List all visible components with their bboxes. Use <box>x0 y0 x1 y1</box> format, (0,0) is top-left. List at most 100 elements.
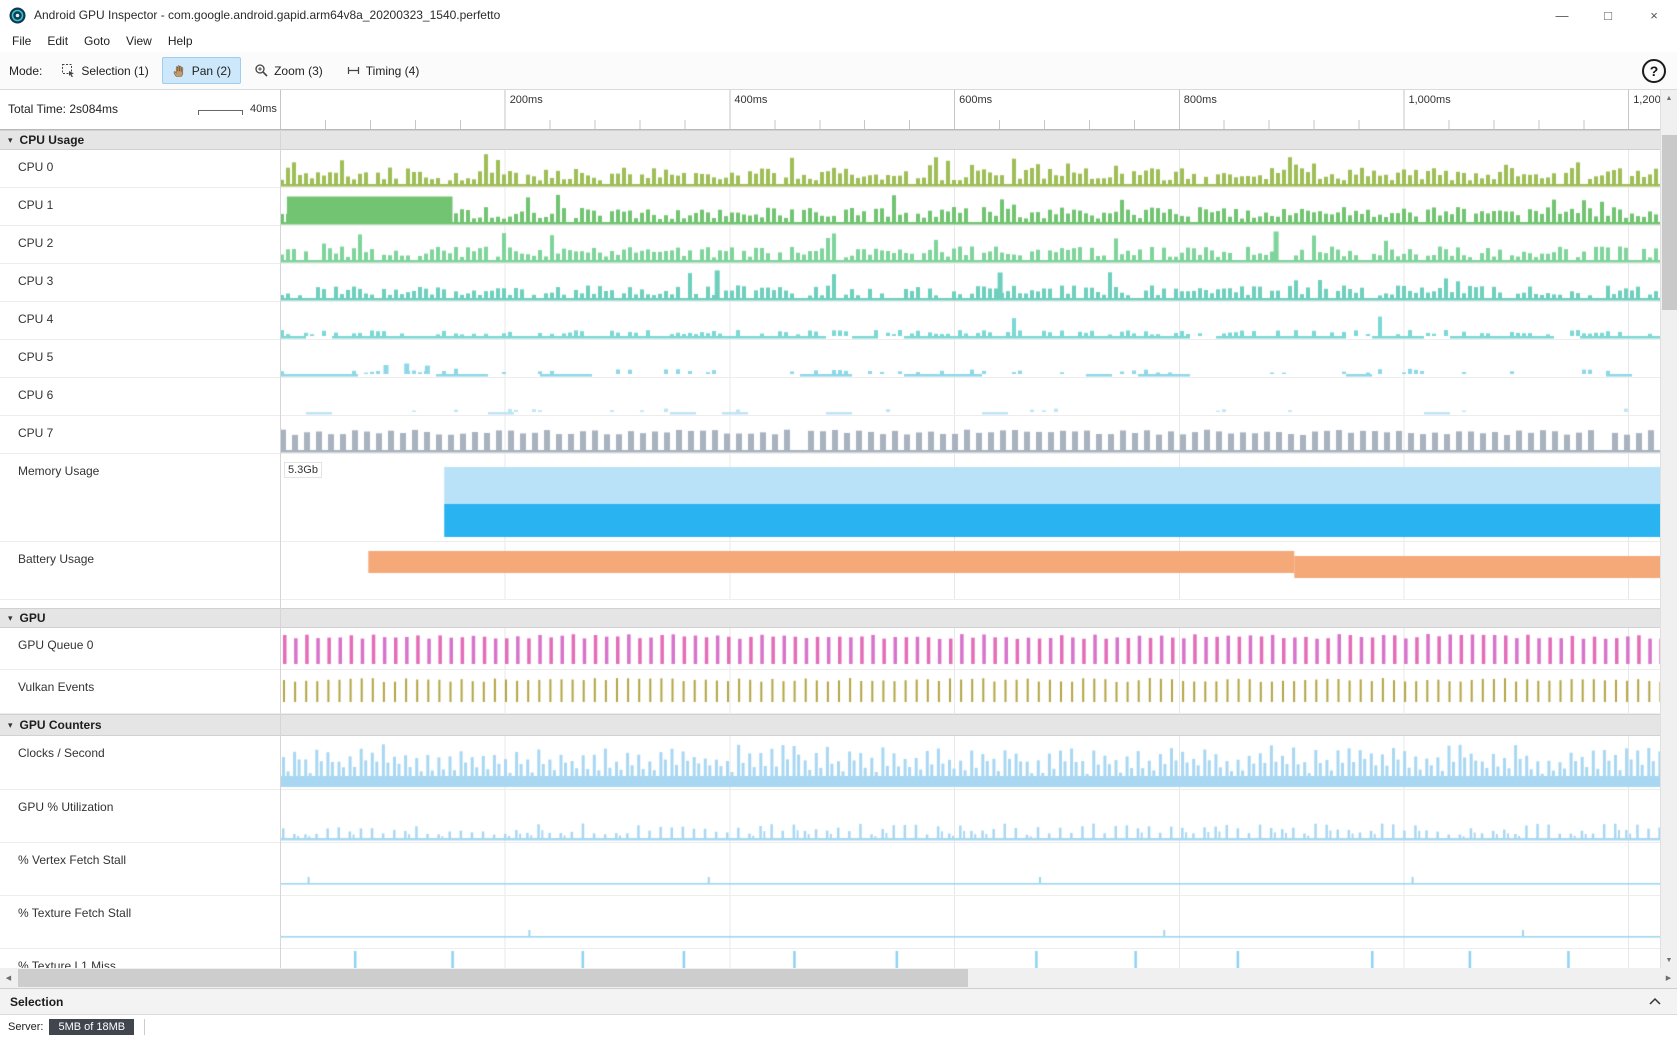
mode-button-pan[interactable]: Pan (2) <box>162 57 241 84</box>
section-header-cpu-usage[interactable]: ▾CPU Usage <box>0 130 1660 150</box>
mode-button-label: Pan (2) <box>192 64 231 78</box>
track-label: CPU 2 <box>0 226 280 263</box>
track-chart-vulkan-events[interactable] <box>280 670 1660 713</box>
scroll-down-icon[interactable]: ▼ <box>1661 952 1677 968</box>
track-chart-cpu-2[interactable] <box>280 226 1660 263</box>
minimize-button[interactable]: — <box>1539 0 1585 30</box>
track-label: % Texture Fetch Stall <box>0 896 280 948</box>
section-header-gpu[interactable]: ▾GPU <box>0 608 1660 628</box>
track-chart-battery-usage[interactable] <box>280 542 1660 599</box>
track-label: CPU 6 <box>0 378 280 415</box>
track-chart-cpu-6[interactable] <box>280 378 1660 415</box>
track-chart-cpu-4[interactable] <box>280 302 1660 339</box>
scroll-right-icon[interactable]: ▶ <box>1660 968 1677 988</box>
track-plot <box>280 340 1660 377</box>
track-row-vertex-fetch-stall: % Vertex Fetch Stall <box>0 843 1660 896</box>
ruler-scale-area[interactable]: 200ms400ms600ms800ms1,000ms1,200ms <box>280 90 1660 129</box>
horizontal-scrollbar-track[interactable] <box>17 968 1660 988</box>
track-row-battery-usage: Battery Usage <box>0 542 1660 600</box>
collapse-triangle-icon: ▾ <box>8 720 13 731</box>
menu-item-goto[interactable]: Goto <box>76 32 118 50</box>
track-spacer <box>0 600 1660 608</box>
timeline-tracks: ▾CPU UsageCPU 0CPU 1CPU 2CPU 3CPU 4CPU 5… <box>0 130 1660 968</box>
help-button[interactable]: ? <box>1642 59 1666 83</box>
track-row-texture-fetch-stall: % Texture Fetch Stall <box>0 896 1660 949</box>
horizontal-scrollbar-thumb[interactable] <box>18 969 968 987</box>
selection-panel-title: Selection <box>10 995 63 1009</box>
track-label: % Vertex Fetch Stall <box>0 843 280 895</box>
section-header-gpu-counters[interactable]: ▾ GPU Counters <box>0 714 1660 736</box>
track-plot <box>280 790 1660 842</box>
track-chart-gpu-utilization[interactable] <box>280 790 1660 842</box>
track-plot <box>280 226 1660 263</box>
track-row-cpu-2: CPU 2 <box>0 226 1660 264</box>
close-button[interactable]: × <box>1631 0 1677 30</box>
mode-button-timing[interactable]: Timing (4) <box>336 57 430 84</box>
track-label: Clocks / Second <box>0 736 280 789</box>
track-plot: 5.3Gb <box>280 454 1660 541</box>
track-chart-cpu-1[interactable] <box>280 188 1660 225</box>
timeline-ruler[interactable]: Total Time: 2s084ms 40ms 200ms400ms600ms… <box>0 90 1660 130</box>
window-controls: — □ × <box>1539 0 1677 30</box>
title-bar: Android GPU Inspector - com.google.andro… <box>0 0 1677 30</box>
toolbar: Mode: Selection (1) Pan (2) Zoom (3) Timing… <box>0 52 1677 90</box>
track-chart-texture-fetch-stall[interactable] <box>280 896 1660 948</box>
track-chart-cpu-5[interactable] <box>280 340 1660 377</box>
mode-button-label: Zoom (3) <box>274 64 323 78</box>
track-plot <box>280 188 1660 225</box>
menu-item-file[interactable]: File <box>4 32 39 50</box>
track-chart-cpu-7[interactable] <box>280 416 1660 453</box>
collapse-triangle-icon: ▾ <box>8 135 13 146</box>
track-row-cpu-5: CPU 5 <box>0 340 1660 378</box>
track-row-cpu-6: CPU 6 <box>0 378 1660 416</box>
track-label: Vulkan Events <box>0 670 280 713</box>
server-memory-badge: 5MB of 18MB <box>49 1019 134 1035</box>
ruler-tick-label: 800ms <box>1184 94 1217 106</box>
menu-item-edit[interactable]: Edit <box>39 32 76 50</box>
menu-item-help[interactable]: Help <box>160 32 201 50</box>
track-chart-texture-l1-miss[interactable] <box>280 949 1660 968</box>
track-plot <box>280 150 1660 187</box>
track-chart-cpu-3[interactable] <box>280 264 1660 301</box>
mode-button-selection[interactable]: Selection (1) <box>51 57 158 84</box>
total-time-label: Total Time: 2s084ms <box>8 102 118 116</box>
track-row-memory-usage: Memory Usage5.3Gb <box>0 454 1660 542</box>
track-plot <box>280 378 1660 415</box>
mode-button-zoom[interactable]: Zoom (3) <box>244 57 333 84</box>
track-chart-clocks-second[interactable] <box>280 736 1660 789</box>
ruler-tick-label: 1,200ms <box>1633 94 1660 106</box>
ruler-tick-label: 200ms <box>510 94 543 106</box>
track-row-gpu-utilization: GPU % Utilization <box>0 790 1660 843</box>
track-label: GPU Queue 0 <box>0 628 280 669</box>
track-chart-vertex-fetch-stall[interactable] <box>280 843 1660 895</box>
selection-panel-header[interactable]: Selection <box>0 988 1677 1014</box>
vertical-scrollbar-thumb[interactable] <box>1662 135 1677 310</box>
mode-label: Mode: <box>9 64 42 78</box>
zoom-icon <box>254 63 269 78</box>
timing-icon <box>346 63 361 78</box>
track-label: CPU 1 <box>0 188 280 225</box>
mode-buttons: Selection (1) Pan (2) Zoom (3) Timing (4) <box>51 57 432 84</box>
track-chart-cpu-0[interactable] <box>280 150 1660 187</box>
track-label: CPU 7 <box>0 416 280 453</box>
track-chart-memory-usage[interactable] <box>280 454 1660 541</box>
maximize-button[interactable]: □ <box>1585 0 1631 30</box>
section-label: GPU Counters <box>20 718 102 732</box>
track-plot <box>280 949 1660 968</box>
horizontal-scrollbar[interactable]: ◀ ▶ <box>0 968 1677 988</box>
menu-item-view[interactable]: View <box>118 32 160 50</box>
scroll-up-icon[interactable]: ▲ <box>1661 90 1677 106</box>
track-plot <box>280 416 1660 453</box>
mode-button-label: Timing (4) <box>366 64 420 78</box>
collapse-up-icon[interactable] <box>1648 997 1662 1006</box>
vertical-scrollbar[interactable]: ▲ ▼ <box>1660 90 1677 968</box>
track-chart-gpu-queue-0[interactable] <box>280 628 1660 669</box>
menu-bar: FileEditGotoViewHelp <box>0 30 1677 52</box>
scroll-left-icon[interactable]: ◀ <box>0 968 17 988</box>
app-window: Android GPU Inspector - com.google.andro… <box>0 0 1677 1039</box>
track-plot <box>280 264 1660 301</box>
time-scale-bracket-icon <box>198 110 243 115</box>
track-row-gpu-queue-0: GPU Queue 0 <box>0 628 1660 670</box>
track-plot <box>280 736 1660 789</box>
ruler-tick-label: 1,000ms <box>1409 94 1451 106</box>
